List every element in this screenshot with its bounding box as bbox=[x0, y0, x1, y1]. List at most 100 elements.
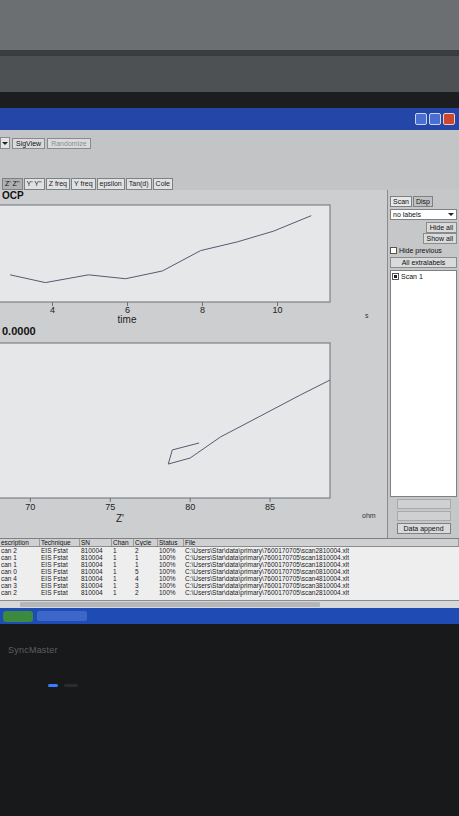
scan-item[interactable]: Scan 1 bbox=[392, 272, 455, 281]
dropdown[interactable] bbox=[0, 137, 10, 149]
series-segment bbox=[45, 275, 88, 283]
table-cell: 1 bbox=[112, 575, 134, 582]
series-segment bbox=[190, 437, 220, 458]
table-cell: C:\Users\Star\data\primary\7600170705\sc… bbox=[184, 554, 459, 561]
dropdown-arrow-icon bbox=[448, 213, 454, 216]
side-tab[interactable]: Disp bbox=[413, 196, 433, 207]
x-tick: 80 bbox=[185, 498, 195, 512]
column-header[interactable]: Technique bbox=[40, 539, 80, 546]
monitor-brand: SyncMaster bbox=[8, 644, 451, 658]
table-row[interactable]: can 4EIS Fstat81000414100%C:\Users\Star\… bbox=[0, 575, 459, 582]
chart-title: 0.0000 bbox=[0, 324, 387, 338]
series-segment bbox=[168, 458, 190, 464]
table-cell: 2 bbox=[134, 589, 158, 596]
series-segment bbox=[201, 242, 238, 251]
view-tab[interactable]: Z freq bbox=[46, 178, 70, 190]
view-tab[interactable]: Z' Z'' bbox=[2, 178, 23, 190]
column-header[interactable]: Cycle bbox=[134, 539, 158, 546]
x-tick: 8 bbox=[200, 302, 205, 315]
view-tab[interactable]: Tan(d) bbox=[126, 178, 152, 190]
toolbar-button[interactable]: SigView bbox=[12, 138, 45, 149]
table-header: escriptionTechniqueSNChanCycleStatusFile bbox=[0, 539, 459, 547]
table-row[interactable]: can 3EIS Fstat81000413100%C:\Users\Star\… bbox=[0, 582, 459, 589]
x-tick: 10 bbox=[272, 302, 282, 315]
hide-previous-checkbox[interactable]: Hide previous bbox=[390, 246, 457, 255]
series-segment bbox=[273, 216, 311, 232]
monitor-bezel-top bbox=[0, 92, 459, 108]
action-button[interactable] bbox=[397, 499, 451, 509]
svg-text:4: 4 bbox=[50, 305, 55, 315]
table-cell: 4 bbox=[134, 575, 158, 582]
close-button[interactable] bbox=[443, 113, 455, 125]
column-header[interactable]: Chan bbox=[112, 539, 134, 546]
side-tab[interactable]: Scan bbox=[390, 196, 412, 207]
table-cell: 1 bbox=[134, 561, 158, 568]
monitor-bezel-bottom: SyncMaster bbox=[0, 624, 459, 816]
svg-text:70: 70 bbox=[25, 502, 35, 512]
table-cell: 1 bbox=[112, 582, 134, 589]
table-row[interactable]: can 2EIS Fstat81000412100%C:\Users\Star\… bbox=[0, 589, 459, 596]
table-cell: 100% bbox=[158, 575, 184, 582]
table-cell: EIS Fstat bbox=[40, 589, 80, 596]
hide-show-group: Hide allShow all bbox=[390, 222, 457, 244]
plot-area bbox=[0, 343, 330, 498]
svg-text:80: 80 bbox=[185, 502, 195, 512]
table-row[interactable]: can 2EIS Fstat81000412100%C:\Users\Star\… bbox=[0, 547, 459, 554]
labels-dropdown[interactable]: no labels bbox=[390, 209, 457, 220]
table-cell: EIS Fstat bbox=[40, 575, 80, 582]
table-cell: can 1 bbox=[0, 554, 40, 561]
view-tab[interactable]: Cole bbox=[153, 178, 173, 190]
start-button[interactable] bbox=[3, 611, 33, 622]
table-row[interactable]: can 1EIS Fstat81000411100%C:\Users\Star\… bbox=[0, 554, 459, 561]
panel-button[interactable]: Show all bbox=[423, 233, 457, 244]
dropdown-arrow-icon bbox=[2, 142, 8, 145]
x-tick: 70 bbox=[25, 498, 35, 512]
series bbox=[168, 380, 330, 464]
column-header[interactable]: File bbox=[184, 539, 459, 546]
view-tab[interactable]: Y' Y'' bbox=[24, 178, 45, 190]
column-header[interactable]: SN bbox=[80, 539, 112, 546]
side-panel: ScanDisp no labels Hide allShow all Hide pr… bbox=[387, 190, 459, 538]
svg-text:10: 10 bbox=[272, 305, 282, 315]
table-cell: 100% bbox=[158, 554, 184, 561]
panel-button[interactable]: Hide all bbox=[426, 222, 457, 233]
view-tab[interactable]: epsilon bbox=[97, 178, 125, 190]
table-cell: EIS Fstat bbox=[40, 554, 80, 561]
column-header[interactable]: escription bbox=[0, 539, 40, 546]
taskbar-item[interactable] bbox=[37, 611, 87, 621]
series-segment bbox=[89, 275, 126, 279]
table-cell: 1 bbox=[112, 568, 134, 575]
table-cell: 2 bbox=[134, 547, 158, 554]
toolbar-button[interactable]: Randomize bbox=[47, 138, 90, 149]
table-cell: 1 bbox=[134, 554, 158, 561]
minimize-button[interactable] bbox=[415, 113, 427, 125]
column-header[interactable]: Status bbox=[158, 539, 184, 546]
table-cell: C:\Users\Star\data\primary\7600170705\sc… bbox=[184, 575, 459, 582]
table-cell: 1 bbox=[112, 561, 134, 568]
table-cell: 810004 bbox=[80, 561, 112, 568]
maximize-button[interactable] bbox=[429, 113, 441, 125]
action-button[interactable]: Data append bbox=[397, 523, 451, 534]
table-cell: 810004 bbox=[80, 568, 112, 575]
table-cell: 810004 bbox=[80, 547, 112, 554]
main-area: OCP46810times0.000070758085Z'ohmScanDisp… bbox=[0, 190, 459, 538]
charts-column: OCP46810times0.000070758085Z'ohm bbox=[0, 190, 387, 538]
extralabels-button[interactable]: All extralabels bbox=[390, 257, 457, 268]
table-cell: 810004 bbox=[80, 589, 112, 596]
nyquist-chart: 70758085Z'ohm bbox=[0, 338, 387, 523]
table-row[interactable]: can 1EIS Fstat81000411100%C:\Users\Star\… bbox=[0, 561, 459, 568]
svg-text:85: 85 bbox=[265, 502, 275, 512]
table-cell: 5 bbox=[134, 568, 158, 575]
table-row[interactable]: can 0EIS Fstat81000415100%C:\Users\Star\… bbox=[0, 568, 459, 575]
view-tabs: Z' Z''Y' Y''Z freqY freqepsilonTan(d)Col… bbox=[0, 174, 459, 190]
chart-title: OCP bbox=[0, 190, 387, 202]
view-tab[interactable]: Y freq bbox=[71, 178, 96, 190]
table-cell: can 4 bbox=[0, 575, 40, 582]
side-tabs: ScanDisp bbox=[390, 196, 457, 207]
x-tick: 4 bbox=[50, 302, 55, 315]
series bbox=[10, 216, 311, 283]
horizontal-scrollbar[interactable] bbox=[0, 600, 459, 608]
table-cell: 3 bbox=[134, 582, 158, 589]
title-bar bbox=[0, 108, 459, 130]
action-button[interactable] bbox=[397, 511, 451, 521]
